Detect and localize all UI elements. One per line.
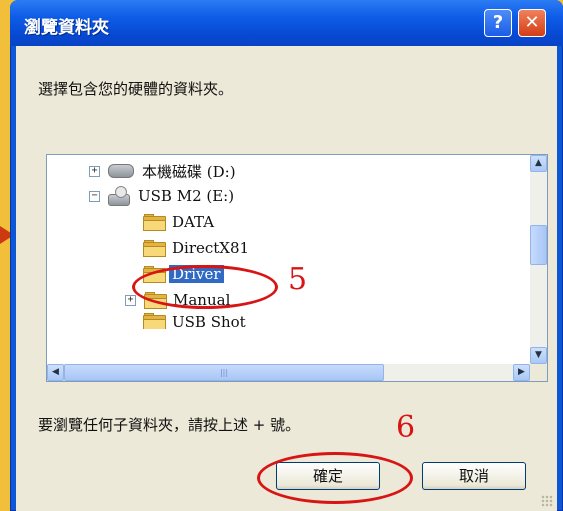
pointer-arrow-line xyxy=(0,233,6,236)
horizontal-scrollbar[interactable]: ◀ ||| ▶ xyxy=(47,364,530,381)
scroll-left-icon[interactable]: ◀ xyxy=(47,364,64,381)
dialog-title: 瀏覽資料夾 xyxy=(24,18,109,38)
tree-item-label: DATA xyxy=(172,213,215,231)
tree-item-usb-drive[interactable]: − USB M2 (E:) xyxy=(89,185,237,207)
drive-icon xyxy=(108,164,134,178)
expand-icon[interactable]: + xyxy=(89,165,100,177)
usb-drive-icon xyxy=(108,186,130,206)
scroll-up-icon[interactable]: ▲ xyxy=(530,155,547,172)
dialog-body: 選擇包含您的硬體的資料夾。 + 本機磁碟 (D:) − USB M2 (E:) … xyxy=(16,46,557,511)
ok-highlight-ellipse xyxy=(257,452,413,504)
scroll-corner xyxy=(530,364,547,381)
collapse-icon[interactable]: − xyxy=(89,190,100,202)
folder-icon xyxy=(143,240,166,257)
scroll-right-icon[interactable]: ▶ xyxy=(513,364,530,381)
tree-item-label: USB M2 (E:) xyxy=(138,187,235,205)
tree-item-label: DirectX81 xyxy=(172,239,250,257)
driver-highlight-ellipse xyxy=(132,265,278,309)
tree-item-label: USB Shot xyxy=(172,313,246,329)
horizontal-scroll-thumb[interactable]: ||| xyxy=(64,364,384,381)
title-bar[interactable]: 瀏覽資料夾 ? ✕ xyxy=(10,0,563,46)
tree-item-label: 本機磁碟 (D:) xyxy=(142,162,236,181)
cancel-button[interactable]: 取消 xyxy=(422,462,526,490)
tree-item-directx81[interactable]: DirectX81 xyxy=(143,237,252,259)
tree-item-usb-shot[interactable]: USB Shot xyxy=(143,313,249,329)
hint-text: 要瀏覽任何子資料夾，請按上述 + 號。 xyxy=(38,416,301,434)
expand-icon[interactable]: + xyxy=(125,294,136,306)
folder-icon xyxy=(143,313,166,329)
close-button[interactable]: ✕ xyxy=(518,9,546,37)
scroll-down-icon[interactable]: ▼ xyxy=(530,347,547,364)
folder-icon xyxy=(143,214,166,231)
tree-item-local-disk[interactable]: + 本機磁碟 (D:) xyxy=(89,160,239,182)
help-button[interactable]: ? xyxy=(484,9,512,37)
resize-grip-icon[interactable] xyxy=(541,495,553,507)
browse-folder-dialog: 瀏覽資料夾 ? ✕ 選擇包含您的硬體的資料夾。 + 本機磁碟 (D:) − US… xyxy=(10,0,563,511)
vertical-scroll-thumb[interactable] xyxy=(530,225,547,265)
step-5-label: 5 xyxy=(288,262,308,297)
prompt-text: 選擇包含您的硬體的資料夾。 xyxy=(38,80,234,98)
tree-item-data[interactable]: DATA xyxy=(143,211,217,233)
step-6-label: 6 xyxy=(396,410,416,445)
vertical-scrollbar[interactable]: ▲ ▼ xyxy=(530,155,547,364)
